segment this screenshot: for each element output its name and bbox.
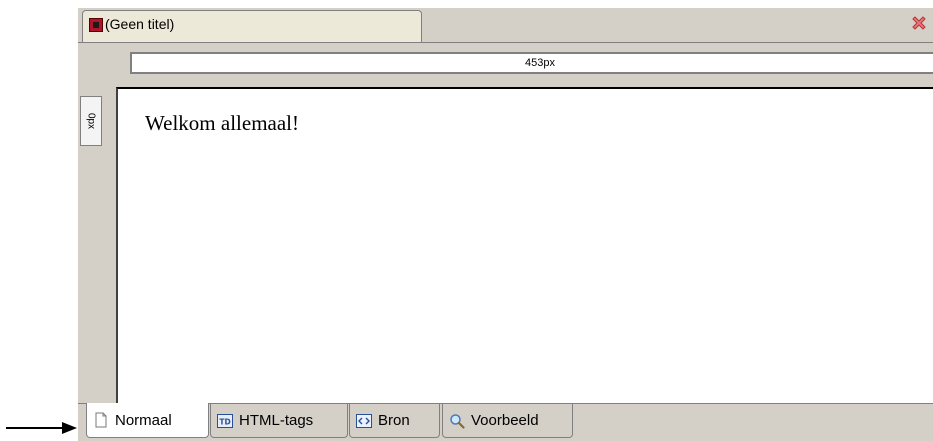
tab-bron[interactable]: Bron — [349, 404, 440, 438]
editor-window: (Geen titel) 453px 0px Welkom allemaal! … — [78, 8, 933, 441]
arrow-right-icon — [6, 422, 77, 434]
close-button[interactable] — [908, 12, 930, 34]
page-icon — [95, 412, 107, 428]
view-tab-bar: Normaal TD HTML-tags Bron Voorbeeld — [78, 403, 933, 441]
vertical-ruler-label: 0px — [85, 112, 97, 130]
tab-html-tags[interactable]: TD HTML-tags — [210, 404, 348, 438]
content-text[interactable]: Welkom allemaal! — [145, 111, 299, 136]
magnifier-icon — [450, 413, 465, 429]
horizontal-ruler: 453px — [130, 52, 933, 74]
tab-bron-label: Bron — [378, 412, 410, 429]
document-tab-strip: (Geen titel) — [78, 8, 933, 43]
td-tag-icon: TD — [217, 413, 233, 428]
editing-area[interactable]: Welkom allemaal! — [116, 87, 933, 404]
document-tab[interactable]: (Geen titel) — [82, 10, 422, 42]
svg-text:TD: TD — [219, 417, 230, 426]
vertical-ruler: 0px — [80, 96, 102, 146]
tab-voorbeeld[interactable]: Voorbeeld — [442, 404, 573, 438]
tab-normaal[interactable]: Normaal — [86, 403, 209, 438]
tab-voorbeeld-label: Voorbeeld — [471, 412, 539, 429]
document-title: (Geen titel) — [105, 16, 175, 32]
tab-html-tags-label: HTML-tags — [239, 412, 314, 429]
source-code-icon — [356, 413, 372, 428]
document-icon — [89, 18, 103, 32]
tab-normaal-label: Normaal — [115, 411, 172, 429]
close-icon — [912, 16, 926, 30]
